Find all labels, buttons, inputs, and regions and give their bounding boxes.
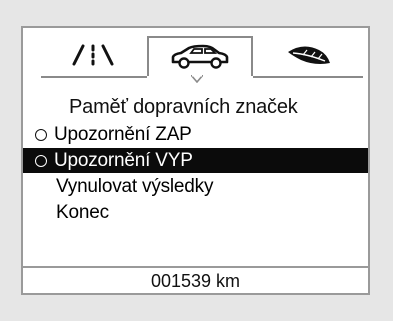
- car-icon: [171, 44, 229, 69]
- eco-leaf-icon: [288, 46, 330, 64]
- menu-item-label: Upozornění ZAP: [54, 123, 192, 145]
- tab-eco[interactable]: [255, 34, 363, 76]
- menu-item-label: Vynulovat výsledky: [56, 175, 214, 197]
- tab-lane-assist[interactable]: [41, 34, 145, 76]
- active-tab-pointer: [191, 75, 203, 83]
- menu-item-warning-off[interactable]: Upozornění VYP: [23, 148, 368, 173]
- odometer-readout: 001539 km: [150, 271, 241, 291]
- lane-assist-icon: [72, 44, 114, 66]
- tab-vehicle[interactable]: [147, 36, 253, 76]
- menu-item-reset-results[interactable]: Vynulovat výsledky: [23, 174, 368, 199]
- menu-item-label: Upozornění VYP: [54, 149, 193, 171]
- menu-item-label: Konec: [56, 201, 109, 223]
- info-display: Paměť dopravních značek Upozornění ZAP U…: [21, 26, 370, 295]
- menu-item-exit[interactable]: Konec: [23, 200, 368, 225]
- tab-baseline-right: [253, 76, 363, 78]
- menu-item-warning-on[interactable]: Upozornění ZAP: [23, 122, 368, 147]
- tab-baseline-left: [41, 76, 147, 78]
- display-tabs: [23, 28, 368, 83]
- menu-title: Paměť dopravních značek: [69, 96, 298, 118]
- radio-icon[interactable]: [35, 128, 47, 141]
- radio-icon[interactable]: [35, 154, 47, 167]
